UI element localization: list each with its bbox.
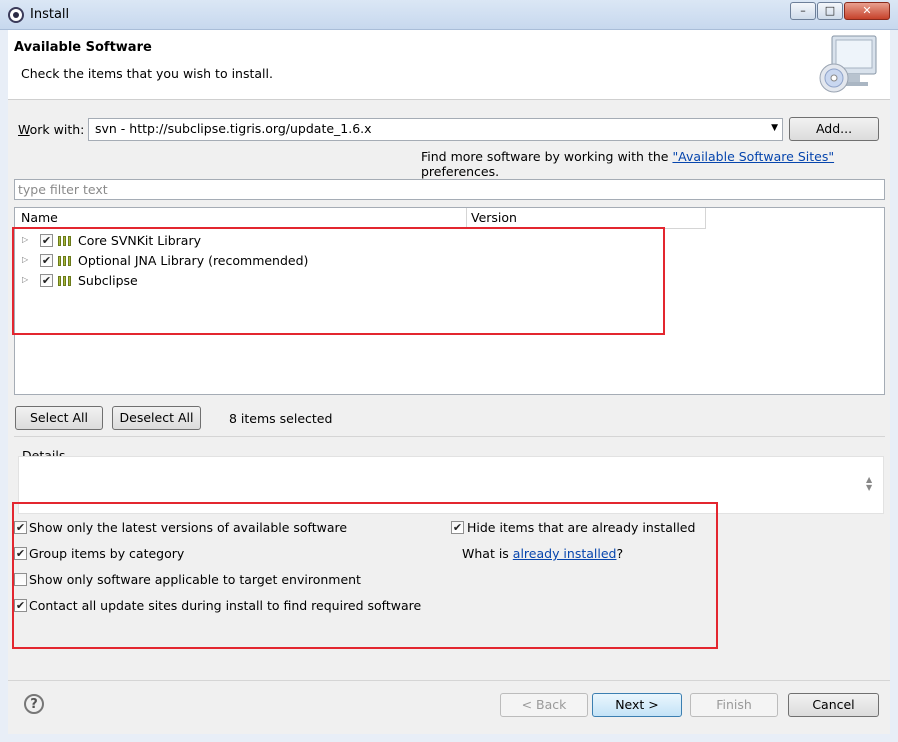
column-header-version[interactable]: Version xyxy=(467,208,706,229)
filter-input[interactable]: type filter text xyxy=(14,179,885,200)
eclipse-app-icon xyxy=(8,7,24,23)
window-title: Install xyxy=(30,7,70,22)
install-banner-icon xyxy=(818,34,880,94)
work-with-value: svn - http://subclipse.tigris.org/update… xyxy=(95,121,372,136)
work-with-combo[interactable]: svn - http://subclipse.tigris.org/update… xyxy=(88,118,783,141)
work-with-label: Work with: xyxy=(18,122,85,137)
footer-divider xyxy=(8,680,890,681)
maximize-button[interactable]: □ xyxy=(817,2,843,20)
highlight-box-tree xyxy=(12,227,665,335)
cancel-button[interactable]: Cancel xyxy=(788,693,879,717)
select-all-button[interactable]: Select All xyxy=(15,406,103,430)
help-icon[interactable]: ? xyxy=(24,694,44,714)
title-bar xyxy=(0,0,898,30)
highlight-box-options xyxy=(12,502,718,649)
finish-button[interactable]: Finish xyxy=(690,693,778,717)
sites-hint: Find more software by working with the "… xyxy=(421,149,898,179)
close-button[interactable]: ✕ xyxy=(844,2,890,20)
selection-count: 8 items selected xyxy=(229,411,333,426)
chevron-down-icon[interactable]: ▼ xyxy=(771,123,778,133)
details-scroll-arrows[interactable]: ▲ ▼ xyxy=(866,476,872,492)
sites-hint-suffix: preferences. xyxy=(421,164,500,179)
next-button[interactable]: Next > xyxy=(592,693,682,717)
sites-hint-prefix: Find more software by working with the xyxy=(421,149,673,164)
deselect-all-button[interactable]: Deselect All xyxy=(112,406,201,430)
column-header-name[interactable]: Name xyxy=(15,208,467,229)
add-site-button[interactable]: Add... xyxy=(789,117,879,141)
available-sites-link[interactable]: "Available Software Sites" xyxy=(672,149,834,164)
minimize-button[interactable]: – xyxy=(790,2,816,20)
back-button[interactable]: < Back xyxy=(500,693,588,717)
page-title: Available Software xyxy=(14,40,152,55)
page-description: Check the items that you wish to install… xyxy=(21,66,273,81)
